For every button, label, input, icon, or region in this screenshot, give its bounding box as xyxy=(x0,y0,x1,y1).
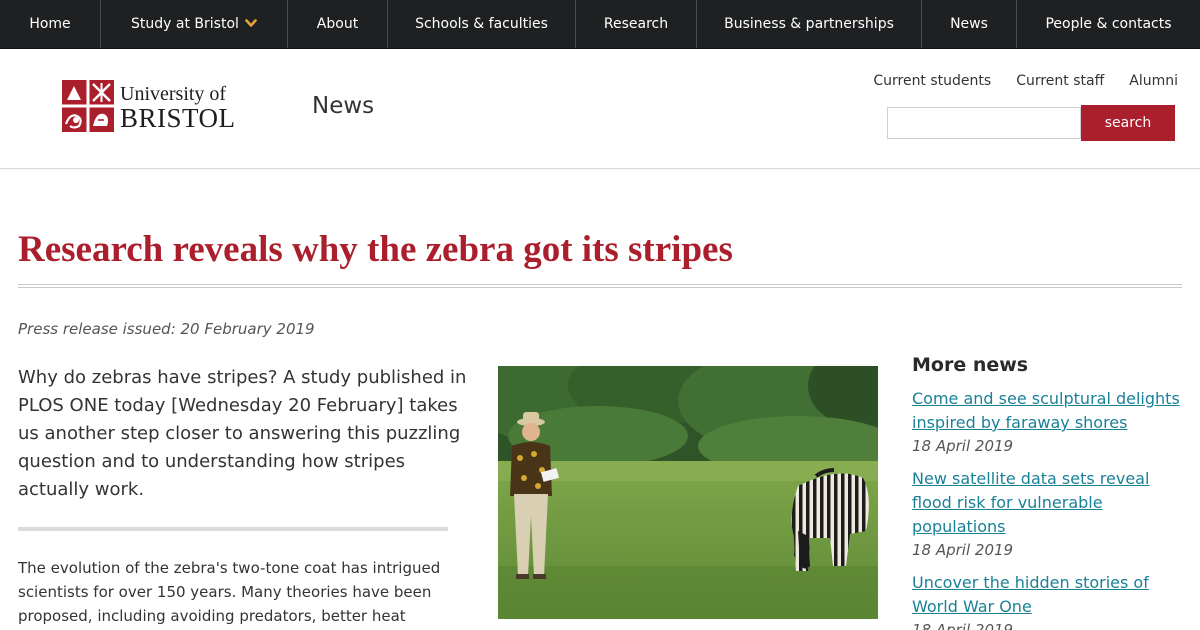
chevron-down-icon xyxy=(245,16,257,32)
article-body: The evolution of the zebra's two-tone co… xyxy=(18,559,441,625)
audience-links: Current students Current staff Alumni xyxy=(873,73,1178,89)
crest-icon xyxy=(62,80,114,136)
logo-line-bristol: BRISTOL xyxy=(120,103,236,133)
article-headline: Research reveals why the zebra got its s… xyxy=(18,229,733,270)
top-navigation: Home Study at Bristol About Schools & fa… xyxy=(0,0,1200,49)
more-news-heading: More news xyxy=(912,354,1029,376)
link-current-students[interactable]: Current students xyxy=(873,73,991,89)
link-alumni[interactable]: Alumni xyxy=(1129,73,1178,89)
news-item: Uncover the hidden stories of World War … xyxy=(912,571,1192,630)
article-lead: Why do zebras have stripes? A study publ… xyxy=(18,367,467,500)
news-item-link[interactable]: New satellite data sets reveal flood ris… xyxy=(912,467,1192,539)
nav-study-at-bristol[interactable]: Study at Bristol xyxy=(101,0,288,48)
nav-news[interactable]: News xyxy=(922,0,1017,48)
headline-divider xyxy=(18,284,1182,288)
lead-divider xyxy=(18,527,448,531)
nav-schools-faculties[interactable]: Schools & faculties xyxy=(388,0,576,48)
nav-study-label: Study at Bristol xyxy=(131,16,239,32)
nav-research-label: Research xyxy=(603,16,669,32)
logo-line-university-of: University of xyxy=(120,83,227,105)
more-news-sidebar: More news Come and see sculptural deligh… xyxy=(912,354,1192,630)
nav-schools-label: Schools & faculties xyxy=(415,16,548,32)
news-item-link[interactable]: Come and see sculptural delights inspire… xyxy=(912,387,1192,435)
nav-business-partnerships[interactable]: Business & partnerships xyxy=(697,0,922,48)
search-button[interactable]: search xyxy=(1081,105,1175,141)
site-header: University of BRISTOL News Current stude… xyxy=(0,49,1200,169)
nav-business-label: Business & partnerships xyxy=(724,16,894,32)
news-item: New satellite data sets reveal flood ris… xyxy=(912,467,1192,561)
nav-home-label: Home xyxy=(29,16,71,32)
press-release-date: Press release issued: 20 February 2019 xyxy=(18,320,315,338)
nav-about[interactable]: About xyxy=(288,0,388,48)
nav-people-label: People & contacts xyxy=(1045,16,1172,32)
nav-home[interactable]: Home xyxy=(0,0,101,48)
university-logo[interactable]: University of BRISTOL xyxy=(62,80,236,136)
logo-wordmark: University of BRISTOL xyxy=(120,84,236,132)
search-input[interactable] xyxy=(887,107,1081,139)
article-photo xyxy=(498,366,878,619)
link-current-staff[interactable]: Current staff xyxy=(1016,73,1104,89)
nav-research[interactable]: Research xyxy=(576,0,697,48)
nav-about-label: About xyxy=(316,16,359,32)
nav-people-contacts[interactable]: People & contacts xyxy=(1017,0,1200,48)
nav-news-label: News xyxy=(950,16,988,32)
section-title: News xyxy=(312,93,375,119)
news-item-date: 18 April 2019 xyxy=(912,621,1014,630)
news-item-date: 18 April 2019 xyxy=(912,437,1014,455)
news-item-link[interactable]: Uncover the hidden stories of World War … xyxy=(912,571,1192,619)
news-item-date: 18 April 2019 xyxy=(912,541,1014,559)
news-item: Come and see sculptural delights inspire… xyxy=(912,387,1192,457)
